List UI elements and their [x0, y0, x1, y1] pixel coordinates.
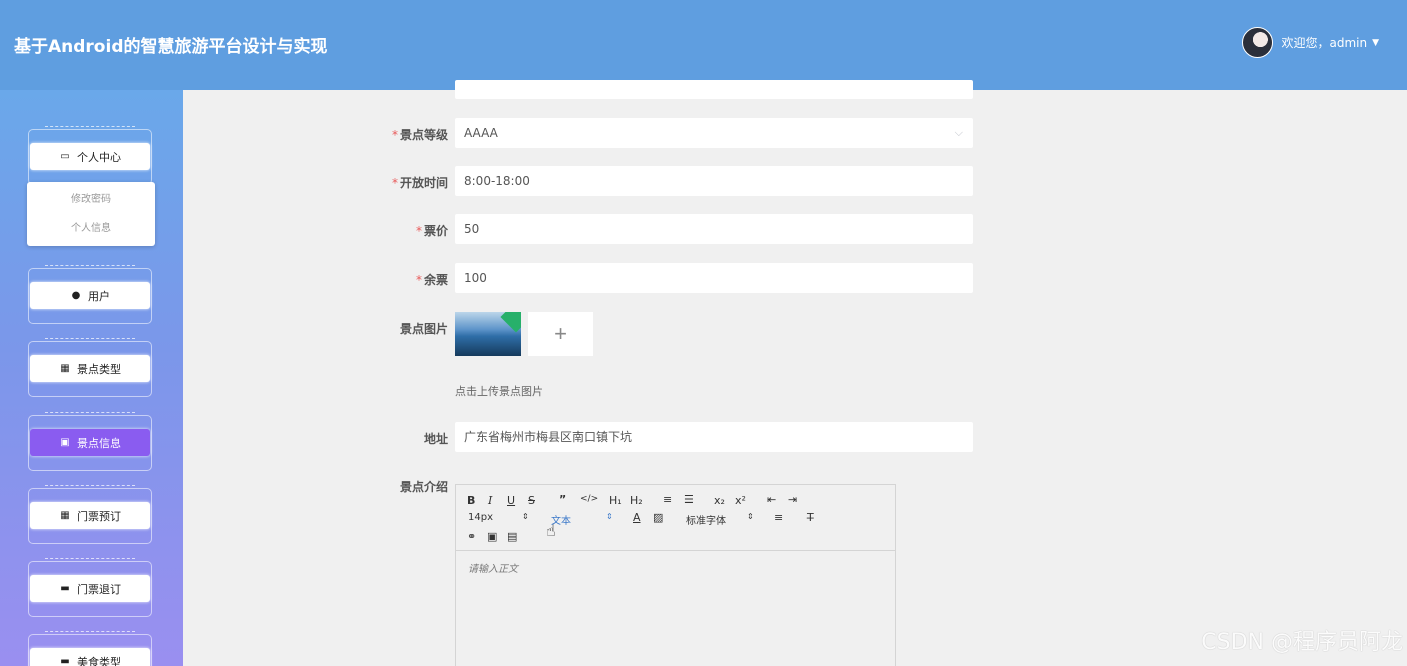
rich-text-editor: B I U S ” </> H₁ H₂ ≡ ☰ x₂ x² ⇤ ⇥ 14px ⇕… — [455, 484, 896, 666]
outdent-icon[interactable]: ⇤ — [767, 493, 776, 506]
price-input[interactable]: 50 — [455, 214, 973, 244]
required-mark: * — [391, 176, 398, 190]
previous-field-input[interactable] — [455, 80, 973, 99]
italic-icon[interactable]: I — [488, 494, 492, 507]
sidebar-item-label: 景点类型 — [77, 362, 121, 376]
subscript-icon[interactable]: x₂ — [714, 494, 725, 507]
grid-icon: ▦ — [60, 363, 70, 374]
sidebar-item-label: 景点信息 — [77, 436, 121, 450]
stock-label: 余票 — [423, 273, 448, 287]
updown-icon[interactable]: ⇕ — [747, 512, 754, 521]
upload-button[interactable]: + — [528, 312, 593, 356]
hand-cursor-icon: ☝ — [546, 523, 556, 540]
font-family-select[interactable]: 标准字体 — [686, 512, 726, 527]
align-icon[interactable]: ≡ — [774, 511, 783, 524]
h1-icon[interactable]: H₁ — [609, 494, 622, 507]
submenu: 修改密码 个人信息 — [27, 182, 155, 246]
sidebar-item-label: 个人中心 — [77, 150, 121, 164]
app-title: 基于Android的智慧旅游平台设计与实现 — [14, 37, 328, 57]
sidebar-item-users[interactable]: ● 用户 — [25, 265, 155, 324]
submenu-item-change-password[interactable]: 修改密码 — [27, 185, 155, 214]
upload-hint: 点击上传景点图片 — [455, 385, 543, 398]
sidebar-item-food-types[interactable]: ▬ 美食类型 — [25, 631, 155, 666]
sidebar-item-label: 美食类型 — [77, 655, 121, 666]
editor-body[interactable]: 请输入正文 — [456, 551, 895, 584]
indent-icon[interactable]: ⇥ — [788, 493, 797, 506]
required-mark: * — [391, 128, 398, 142]
submenu-item-personal-info[interactable]: 个人信息 — [27, 214, 155, 243]
sidebar: ▭ 个人中心 修改密码 个人信息 ● 用户 ▦ 景点类型 ▣ 景点信息 ▦ 门票预订 ▬ 门… — [0, 90, 183, 666]
sidebar-item-ticket-cancel[interactable]: ▬ 门票退订 — [25, 558, 155, 617]
sidebar-item-label: 门票退订 — [77, 582, 121, 596]
caret-down-icon[interactable]: ▼ — [1372, 38, 1379, 48]
user-menu[interactable]: 欢迎您，admin ▼ — [1242, 27, 1379, 58]
updown-icon[interactable]: ⇕ — [606, 512, 613, 521]
sidebar-item-personal-center[interactable]: ▭ 个人中心 — [25, 126, 155, 185]
level-select[interactable]: AAAA ⌵ — [455, 118, 973, 148]
video-icon[interactable]: ▤ — [507, 530, 517, 543]
image-label: 景点图片 — [399, 322, 448, 336]
required-mark: * — [415, 224, 422, 238]
level-label: 景点等级 — [399, 128, 448, 142]
superscript-icon[interactable]: x² — [735, 494, 746, 507]
link-icon[interactable]: ⚭ — [467, 530, 476, 543]
chevron-down-icon: ⌵ — [954, 126, 963, 139]
sidebar-item-label: 用户 — [88, 289, 110, 303]
required-mark: * — [415, 273, 422, 287]
open-time-input[interactable]: 8:00-18:00 — [455, 166, 973, 196]
welcome-text[interactable]: 欢迎您，admin — [1281, 34, 1367, 51]
watermark: CSDN @程序员阿龙 — [1201, 630, 1403, 655]
scenic-image-thumbnail[interactable] — [455, 312, 521, 356]
address-label: 地址 — [423, 432, 448, 446]
code-icon[interactable]: </> — [580, 494, 598, 504]
grid-icon: ▦ — [60, 510, 70, 521]
plus-icon: + — [554, 321, 567, 346]
sidebar-item-ticket-booking[interactable]: ▦ 门票预订 — [25, 485, 155, 544]
clear-format-icon[interactable]: T̶ — [807, 511, 814, 524]
font-color-icon[interactable]: A — [633, 511, 641, 524]
background-color-icon[interactable]: ▨ — [653, 511, 663, 524]
sidebar-item-scenic-info[interactable]: ▣ 景点信息 — [25, 412, 155, 471]
quote-icon[interactable]: ” — [559, 493, 566, 506]
image-icon[interactable]: ▣ — [487, 530, 497, 543]
h2-icon[interactable]: H₂ — [630, 494, 643, 507]
ordered-list-icon[interactable]: ≡ — [663, 493, 672, 506]
sidebar-item-scenic-types[interactable]: ▦ 景点类型 — [25, 338, 155, 397]
top-bar: 基于Android的智慧旅游平台设计与实现 欢迎您，admin ▼ — [0, 0, 1407, 90]
address-input[interactable]: 广东省梅州市梅县区南口镇下坑 — [455, 422, 973, 452]
briefcase-icon: ▬ — [60, 656, 70, 666]
price-label: 票价 — [423, 224, 448, 238]
sidebar-item-label: 门票预订 — [77, 509, 121, 523]
avatar[interactable] — [1242, 27, 1274, 58]
updown-icon[interactable]: ⇕ — [522, 512, 529, 521]
intro-label: 景点介绍 — [399, 480, 448, 494]
open-time-label: 开放时间 — [399, 176, 448, 190]
strike-icon[interactable]: S — [528, 494, 535, 507]
calendar-icon: ▭ — [60, 151, 70, 162]
stock-input[interactable]: 100 — [455, 263, 973, 293]
bold-icon[interactable]: B — [467, 494, 475, 507]
bullet-list-icon[interactable]: ☰ — [684, 493, 694, 506]
font-size-select[interactable]: 14px — [468, 512, 493, 523]
clipboard-icon: ▣ — [60, 437, 70, 448]
underline-icon[interactable]: U — [507, 494, 515, 507]
editor-toolbar: B I U S ” </> H₁ H₂ ≡ ☰ x₂ x² ⇤ ⇥ 14px ⇕… — [456, 485, 895, 551]
chat-icon: ▬ — [60, 583, 70, 594]
location-pin-icon: ● — [71, 290, 81, 301]
main-content: * 景点等级 AAAA ⌵ * 开放时间 8:00-18:00 * 票价 50 * 余票 … — [183, 80, 1407, 666]
